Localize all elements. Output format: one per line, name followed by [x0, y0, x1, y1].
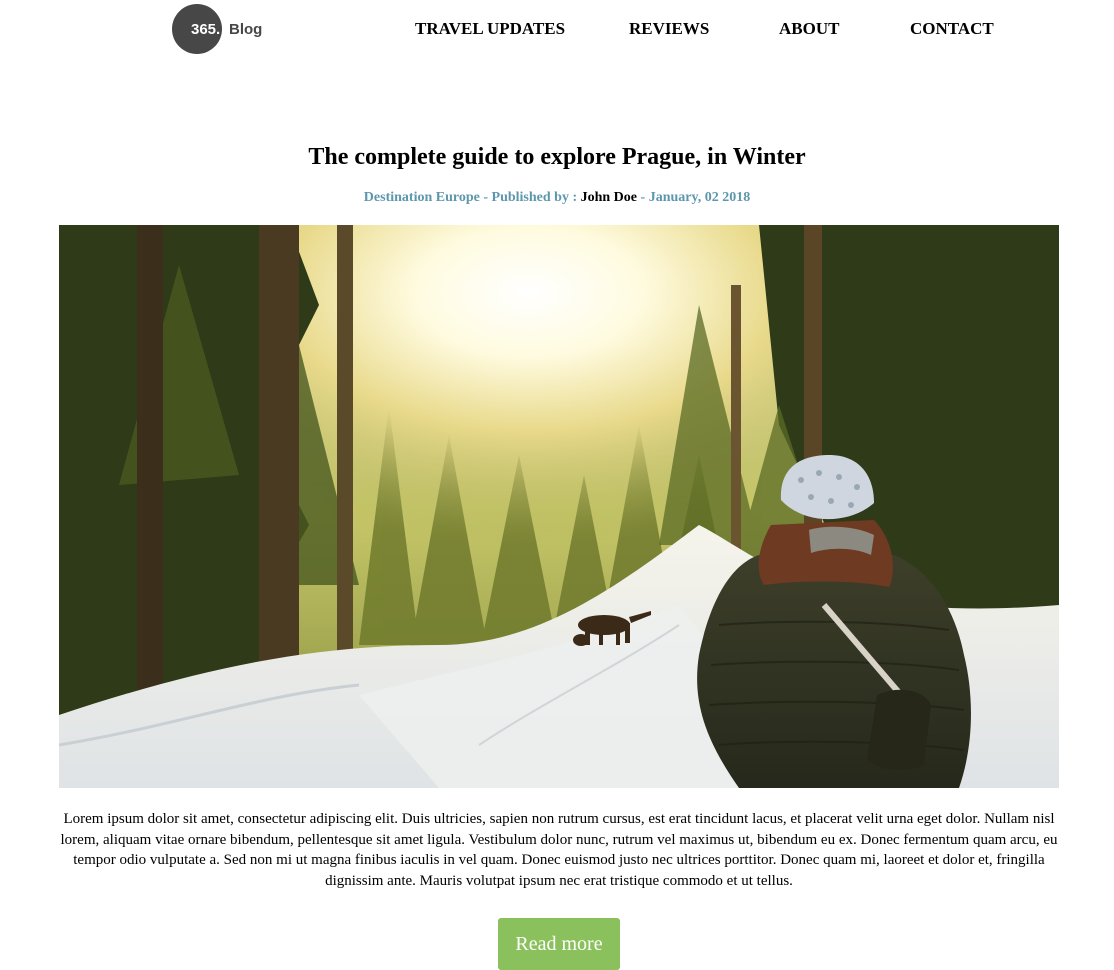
- post-meta: Destination Europe - Published by : John…: [0, 189, 1114, 207]
- published-by-label: Published by :: [491, 190, 578, 205]
- post-author[interactable]: John Doe: [581, 190, 637, 205]
- nav-travel-updates[interactable]: TRAVEL UPDATES: [415, 18, 565, 40]
- post-category[interactable]: Destination Europe: [364, 190, 480, 205]
- meta-separator: -: [640, 190, 646, 205]
- post-excerpt: Lorem ipsum dolor sit amet, consectetur …: [60, 811, 1058, 889]
- site-header: 365. Blog TRAVEL UPDATES REVIEWS ABOUT C…: [0, 0, 1114, 60]
- read-more-button[interactable]: Read more: [498, 918, 620, 970]
- nav-about[interactable]: ABOUT: [779, 18, 839, 40]
- post-date: January, 02 2018: [648, 190, 751, 205]
- main-nav: TRAVEL UPDATES REVIEWS ABOUT CONTACT: [0, 18, 1114, 40]
- hero-image: [59, 225, 1059, 788]
- nav-contact[interactable]: CONTACT: [910, 18, 994, 40]
- post-title: The complete guide to explore Prague, in…: [308, 144, 806, 170]
- nav-reviews[interactable]: REVIEWS: [629, 18, 709, 40]
- meta-separator: -: [483, 190, 489, 205]
